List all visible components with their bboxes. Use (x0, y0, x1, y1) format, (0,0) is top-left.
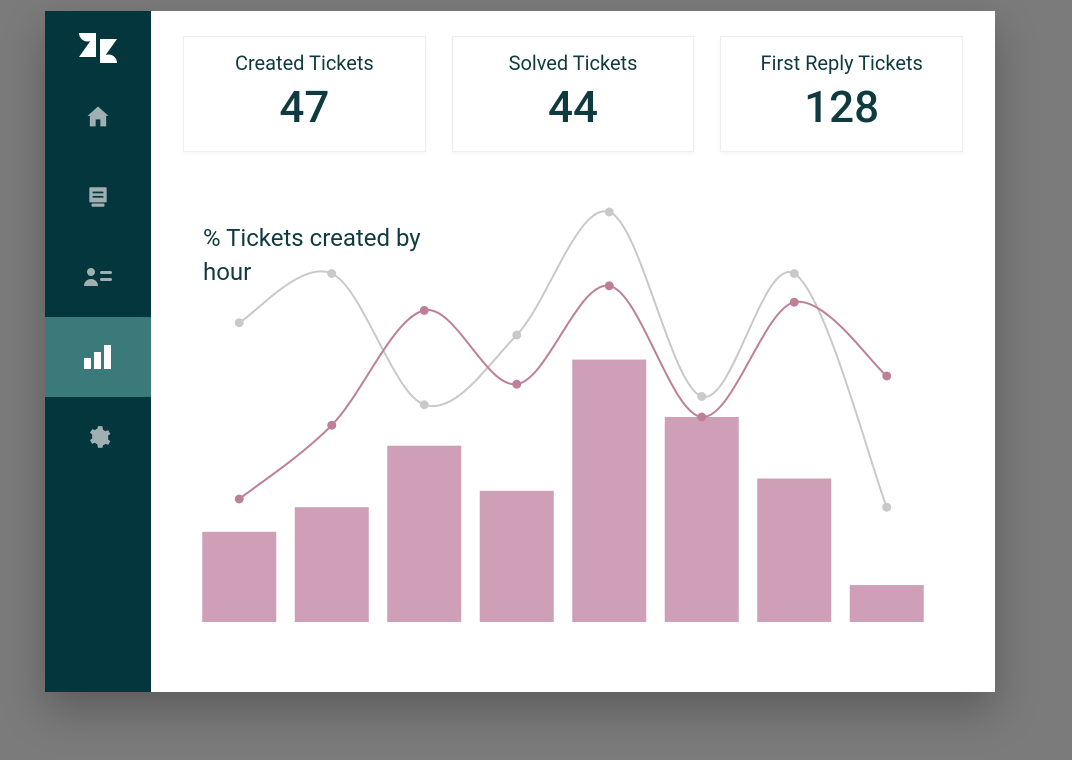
contacts-icon (84, 266, 112, 288)
chart-bar (295, 507, 369, 622)
chart-bar (202, 532, 276, 622)
chart-line-primary (239, 286, 887, 499)
chart-bar (572, 360, 646, 622)
chart-area: % Tickets created by hour (183, 192, 963, 692)
app-window: Created Tickets 47 Solved Tickets 44 Fir… (45, 11, 995, 692)
kpi-label: Solved Tickets (463, 51, 684, 75)
chart-line-primary-point (882, 372, 891, 381)
chart-bar (387, 446, 461, 622)
home-icon (84, 103, 112, 131)
nav-home[interactable] (45, 77, 151, 157)
chart-line-primary-point (605, 281, 614, 290)
chart-line-primary-point (327, 421, 336, 430)
sidebar-nav (45, 77, 151, 477)
chart-bar (850, 585, 924, 622)
chart-line-primary-point (420, 306, 429, 315)
chart-title: % Tickets created by hour (203, 222, 433, 289)
nav-contacts[interactable] (45, 237, 151, 317)
main-content: Created Tickets 47 Solved Tickets 44 Fir… (151, 11, 995, 692)
ticket-icon (85, 184, 111, 210)
chart-bar (480, 491, 554, 622)
kpi-label: First Reply Tickets (731, 51, 952, 75)
kpi-label: Created Tickets (194, 51, 415, 75)
kpi-card-solved[interactable]: Solved Tickets 44 (452, 36, 695, 152)
nav-tickets[interactable] (45, 157, 151, 237)
chart-bar (757, 479, 831, 623)
chart-line-secondary-point (512, 331, 521, 340)
sidebar (45, 11, 151, 692)
kpi-value: 44 (463, 81, 684, 133)
nav-settings[interactable] (45, 397, 151, 477)
kpi-card-first-reply[interactable]: First Reply Tickets 128 (720, 36, 963, 152)
chart-line-secondary-point (420, 400, 429, 409)
chart-line-primary-point (697, 413, 706, 422)
kpi-cards: Created Tickets 47 Solved Tickets 44 Fir… (183, 36, 963, 152)
chart-line-primary-point (790, 298, 799, 307)
chart-line-secondary-point (882, 503, 891, 512)
chart-line-secondary-point (790, 269, 799, 278)
bar-chart-icon (84, 345, 112, 369)
kpi-card-created[interactable]: Created Tickets 47 (183, 36, 426, 152)
nav-reports[interactable] (45, 317, 151, 397)
zendesk-logo-icon (79, 33, 117, 67)
chart-line-primary-point (512, 380, 521, 389)
gear-icon (85, 424, 111, 450)
chart-bar (665, 417, 739, 622)
chart-line-secondary-point (605, 208, 614, 217)
kpi-value: 47 (194, 81, 415, 133)
chart-line-primary-point (235, 495, 244, 504)
chart-line-secondary-point (697, 392, 706, 401)
chart-line-secondary-point (235, 318, 244, 327)
kpi-value: 128 (731, 81, 952, 133)
